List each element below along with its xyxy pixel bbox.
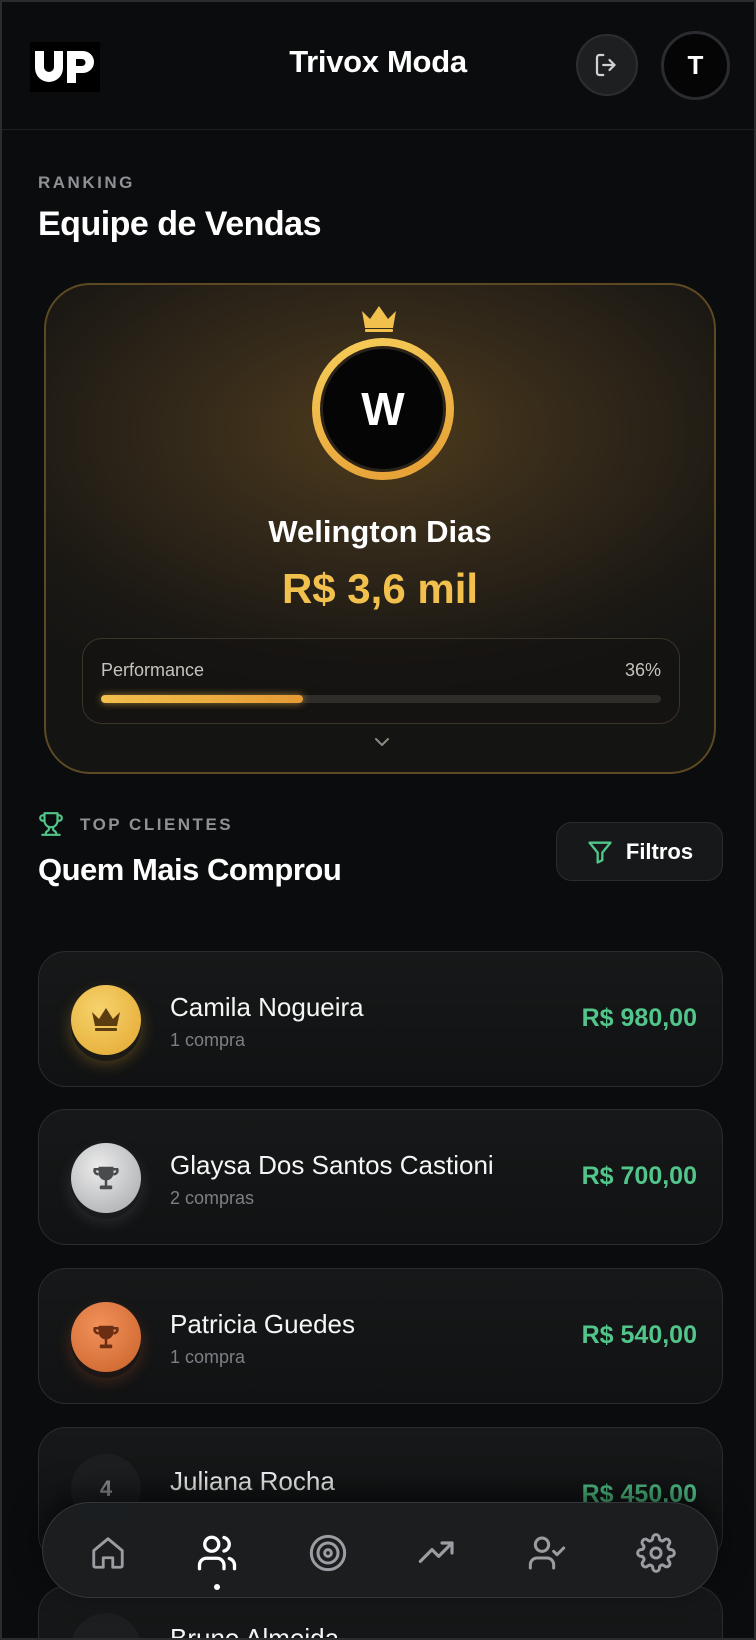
chevron-down-icon[interactable] — [372, 735, 392, 749]
nav-customers[interactable] — [525, 1531, 569, 1575]
nav-settings[interactable] — [634, 1531, 678, 1575]
top-seller-card[interactable]: W Welington Dias R$ 3,6 mil Performance … — [44, 283, 716, 774]
client-name: Bruno Almeida — [170, 1623, 340, 1640]
crown-icon — [362, 306, 396, 332]
ranking-label: RANKING — [38, 173, 135, 192]
filters-label: Filtros — [625, 838, 694, 864]
bronze-medal — [71, 1302, 141, 1372]
leader-avatar: W — [312, 338, 454, 480]
logout-button[interactable] — [576, 34, 638, 96]
client-name: Glaysa Dos Santos Castioni — [170, 1150, 494, 1180]
client-amount: R$ 540,00 — [581, 1321, 697, 1349]
client-amount: R$ 980,00 — [581, 1004, 697, 1032]
filters-button[interactable]: Filtros — [556, 822, 723, 881]
nav-goals[interactable] — [306, 1531, 350, 1575]
trending-up-icon — [418, 1541, 454, 1563]
rank-number — [71, 1613, 141, 1640]
client-purchases: 1 compra — [170, 1030, 246, 1050]
app-header: Trivox Moda T — [0, 0, 756, 130]
logout-icon — [595, 53, 616, 77]
ranking-title: Equipe de Vendas — [38, 205, 321, 243]
bottom-navigation — [42, 1502, 718, 1598]
trophy-icon — [93, 1325, 119, 1349]
leader-sales-value: R$ 3,6 mil — [281, 565, 479, 612]
client-purchases: 1 compra — [170, 1347, 246, 1367]
client-name: Camila Nogueira — [170, 992, 364, 1022]
trophy-icon — [39, 812, 63, 836]
client-name: Patricia Guedes — [170, 1309, 355, 1339]
performance-percent: 36% — [624, 660, 661, 680]
nav-reports[interactable] — [415, 1531, 459, 1575]
user-avatar-button[interactable]: T — [661, 31, 730, 100]
performance-bar-fill — [101, 695, 303, 703]
client-name: Juliana Rocha — [170, 1466, 335, 1496]
users-icon — [197, 1535, 237, 1571]
client-card[interactable]: Patricia Guedes 1 compra R$ 540,00 — [38, 1268, 723, 1404]
client-purchases: 2 compras — [170, 1188, 255, 1208]
leader-initial: W — [320, 346, 446, 472]
client-amount: R$ 700,00 — [581, 1162, 697, 1190]
performance-bar-track — [101, 695, 661, 703]
crown-icon — [92, 1008, 120, 1031]
app-title: Trivox Moda — [289, 44, 467, 79]
user-check-icon — [528, 1536, 566, 1570]
client-card[interactable]: Glaysa Dos Santos Castioni 2 compras R$ … — [38, 1109, 723, 1245]
target-icon — [309, 1534, 347, 1572]
performance-label: Performance — [101, 660, 205, 680]
silver-medal — [71, 1143, 141, 1213]
nav-team[interactable] — [195, 1531, 239, 1575]
nav-home[interactable] — [86, 1531, 130, 1575]
trophy-icon — [93, 1166, 119, 1190]
performance-box: Performance 36% — [82, 638, 680, 724]
client-card[interactable]: Camila Nogueira 1 compra R$ 980,00 — [38, 951, 723, 1087]
settings-icon — [636, 1533, 676, 1573]
top-clients-label: TOP CLIENTES — [80, 815, 234, 834]
top-clients-title: Quem Mais Comprou — [38, 852, 342, 887]
gold-medal — [71, 985, 141, 1055]
active-indicator-dot — [214, 1584, 220, 1590]
leader-name: Welington Dias — [268, 514, 492, 549]
filter-icon — [588, 841, 612, 864]
home-icon — [92, 1537, 124, 1569]
